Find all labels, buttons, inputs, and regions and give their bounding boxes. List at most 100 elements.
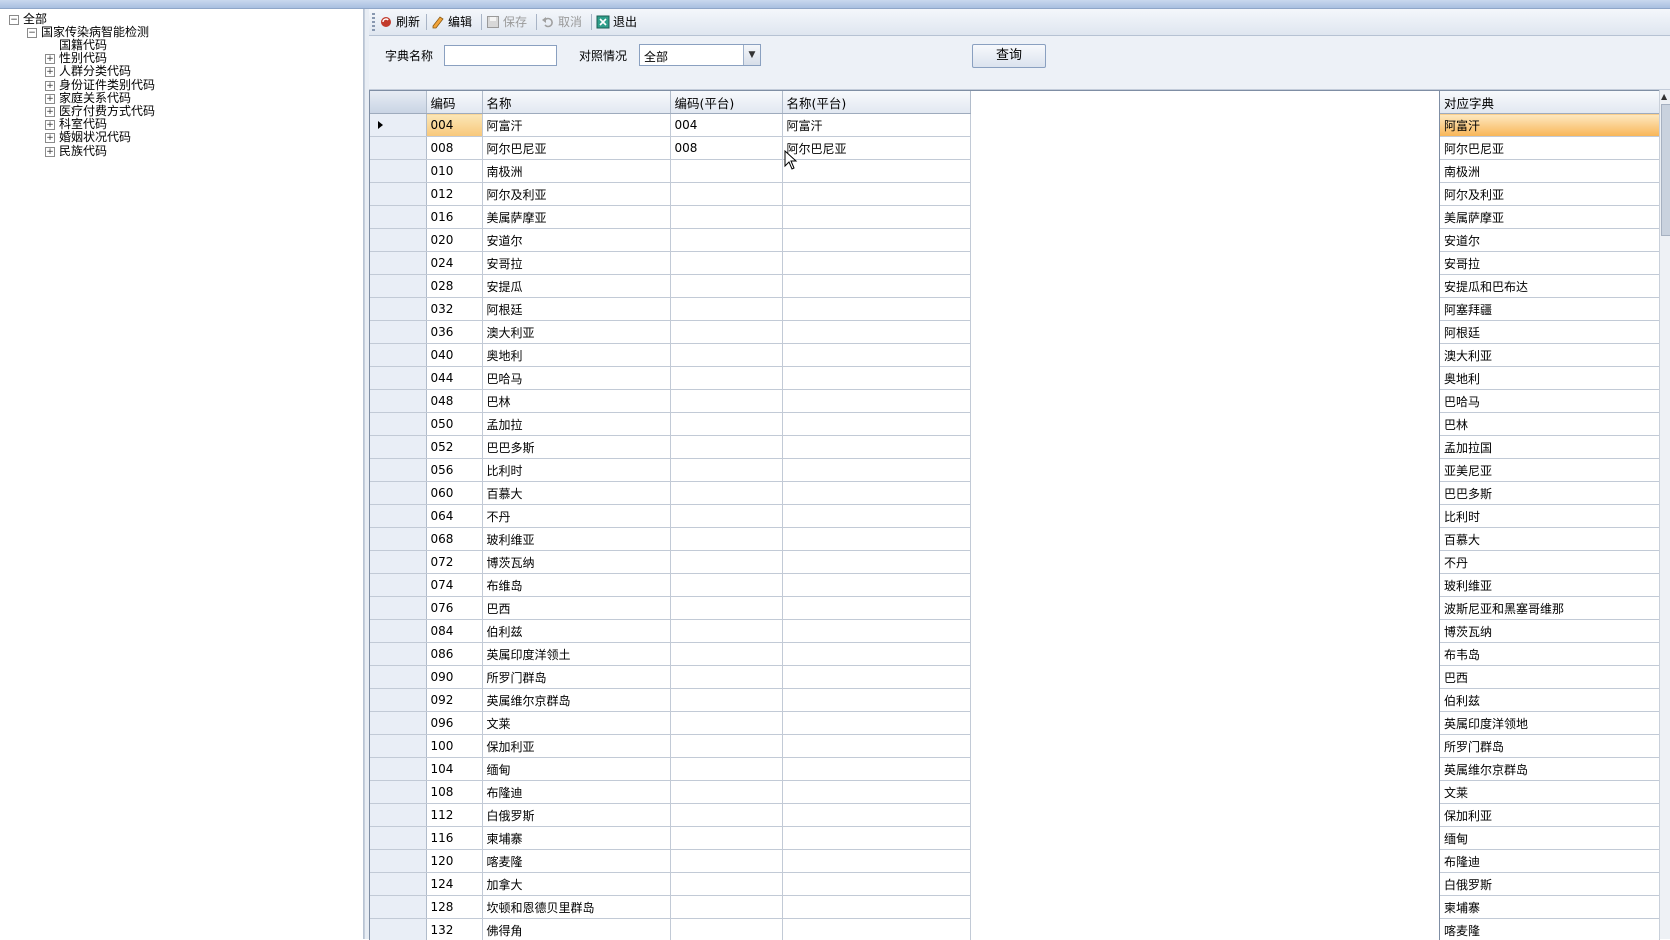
- cell-platform-code[interactable]: 004: [670, 114, 782, 137]
- cell-code[interactable]: 086: [426, 643, 482, 666]
- row-header[interactable]: [370, 114, 426, 137]
- list-item[interactable]: 英属印度洋领地: [1440, 712, 1660, 735]
- cell-platform-name[interactable]: [782, 436, 970, 459]
- cell-name[interactable]: 巴林: [482, 390, 670, 413]
- table-row[interactable]: 104缅甸: [370, 758, 970, 781]
- cell-code[interactable]: 050: [426, 413, 482, 436]
- table-row[interactable]: 074布维岛: [370, 574, 970, 597]
- cell-platform-name[interactable]: [782, 735, 970, 758]
- expand-icon[interactable]: +: [45, 147, 55, 157]
- table-row[interactable]: 050孟加拉: [370, 413, 970, 436]
- row-header[interactable]: [370, 390, 426, 413]
- cell-code[interactable]: 036: [426, 321, 482, 344]
- query-button[interactable]: 查询: [972, 44, 1046, 68]
- dictionary-tree[interactable]: − 全部 − 国家传染病智能检测 国籍代码+性别代码+人群分类代码+身份证件类别…: [0, 9, 364, 939]
- row-header[interactable]: [370, 712, 426, 735]
- cell-platform-name[interactable]: [782, 666, 970, 689]
- table-row[interactable]: 040奥地利: [370, 344, 970, 367]
- row-header[interactable]: [370, 689, 426, 712]
- cell-name[interactable]: 阿尔巴尼亚: [482, 137, 670, 160]
- cell-code[interactable]: 074: [426, 574, 482, 597]
- cell-platform-code[interactable]: [670, 390, 782, 413]
- cell-platform-code[interactable]: [670, 551, 782, 574]
- dictionary-entry[interactable]: 布隆迪: [1440, 850, 1660, 873]
- cell-platform-code[interactable]: [670, 459, 782, 482]
- cell-name[interactable]: 美属萨摩亚: [482, 206, 670, 229]
- row-header[interactable]: [370, 275, 426, 298]
- table-row[interactable]: 056比利时: [370, 459, 970, 482]
- cell-platform-code[interactable]: [670, 758, 782, 781]
- table-row[interactable]: 068玻利维亚: [370, 528, 970, 551]
- expand-icon[interactable]: +: [45, 133, 55, 143]
- table-row[interactable]: 024安哥拉: [370, 252, 970, 275]
- row-header[interactable]: [370, 873, 426, 896]
- row-header[interactable]: [370, 482, 426, 505]
- cell-platform-code[interactable]: [670, 643, 782, 666]
- cell-code[interactable]: 116: [426, 827, 482, 850]
- collapse-icon[interactable]: −: [9, 15, 19, 25]
- cell-code[interactable]: 120: [426, 850, 482, 873]
- list-item[interactable]: 布隆迪: [1440, 850, 1660, 873]
- dictionary-entry[interactable]: 博茨瓦纳: [1440, 620, 1660, 643]
- list-item[interactable]: 波斯尼亚和黑塞哥维那: [1440, 597, 1660, 620]
- list-item[interactable]: 巴巴多斯: [1440, 482, 1660, 505]
- list-item[interactable]: 不丹: [1440, 551, 1660, 574]
- cell-code[interactable]: 060: [426, 482, 482, 505]
- grid-corner-header[interactable]: [370, 91, 426, 114]
- cell-platform-code[interactable]: [670, 413, 782, 436]
- dictionary-entry[interactable]: 保加利亚: [1440, 804, 1660, 827]
- list-item[interactable]: 亚美尼亚: [1440, 459, 1660, 482]
- cell-platform-name[interactable]: [782, 160, 970, 183]
- cell-platform-code[interactable]: [670, 850, 782, 873]
- cell-platform-code[interactable]: [670, 367, 782, 390]
- dictionary-entry[interactable]: 比利时: [1440, 505, 1660, 528]
- list-item[interactable]: 布韦岛: [1440, 643, 1660, 666]
- cell-name[interactable]: 英属维尔京群岛: [482, 689, 670, 712]
- list-item[interactable]: 文莱: [1440, 781, 1660, 804]
- column-header-code[interactable]: 编码: [426, 91, 482, 114]
- row-header[interactable]: [370, 459, 426, 482]
- list-item[interactable]: 所罗门群岛: [1440, 735, 1660, 758]
- cell-platform-code[interactable]: [670, 896, 782, 919]
- expand-icon[interactable]: +: [45, 120, 55, 130]
- list-item[interactable]: 巴西: [1440, 666, 1660, 689]
- cell-code[interactable]: 124: [426, 873, 482, 896]
- cell-platform-name[interactable]: [782, 574, 970, 597]
- row-header[interactable]: [370, 436, 426, 459]
- dictionary-entry[interactable]: 巴巴多斯: [1440, 482, 1660, 505]
- cell-name[interactable]: 坎顿和恩德贝里群岛: [482, 896, 670, 919]
- cell-code[interactable]: 100: [426, 735, 482, 758]
- cell-platform-code[interactable]: [670, 482, 782, 505]
- cell-code[interactable]: 092: [426, 689, 482, 712]
- collapse-icon[interactable]: −: [27, 28, 37, 38]
- cell-name[interactable]: 布隆迪: [482, 781, 670, 804]
- list-item[interactable]: 百慕大: [1440, 528, 1660, 551]
- table-row[interactable]: 044巴哈马: [370, 367, 970, 390]
- cell-code[interactable]: 128: [426, 896, 482, 919]
- cell-code[interactable]: 056: [426, 459, 482, 482]
- dictionary-entry[interactable]: 巴林: [1440, 413, 1660, 436]
- cell-platform-code[interactable]: [670, 712, 782, 735]
- row-header[interactable]: [370, 298, 426, 321]
- dictionary-entry[interactable]: 阿尔巴尼亚: [1440, 137, 1660, 160]
- list-item[interactable]: 缅甸: [1440, 827, 1660, 850]
- cell-name[interactable]: 缅甸: [482, 758, 670, 781]
- cell-code[interactable]: 072: [426, 551, 482, 574]
- cell-platform-name[interactable]: [782, 919, 970, 940]
- list-item[interactable]: 孟加拉国: [1440, 436, 1660, 459]
- cell-code[interactable]: 048: [426, 390, 482, 413]
- cell-platform-code[interactable]: [670, 298, 782, 321]
- dictionary-entry[interactable]: 阿尔及利亚: [1440, 183, 1660, 206]
- row-header[interactable]: [370, 137, 426, 160]
- cell-code[interactable]: 068: [426, 528, 482, 551]
- cell-name[interactable]: 不丹: [482, 505, 670, 528]
- row-header[interactable]: [370, 850, 426, 873]
- dictionary-entry[interactable]: 缅甸: [1440, 827, 1660, 850]
- table-row[interactable]: 012阿尔及利亚: [370, 183, 970, 206]
- cell-code[interactable]: 040: [426, 344, 482, 367]
- cell-platform-code[interactable]: [670, 620, 782, 643]
- list-item[interactable]: 阿尔巴尼亚: [1440, 137, 1660, 160]
- dictionary-entry[interactable]: 南极洲: [1440, 160, 1660, 183]
- row-header[interactable]: [370, 597, 426, 620]
- cell-code[interactable]: 004: [426, 114, 482, 137]
